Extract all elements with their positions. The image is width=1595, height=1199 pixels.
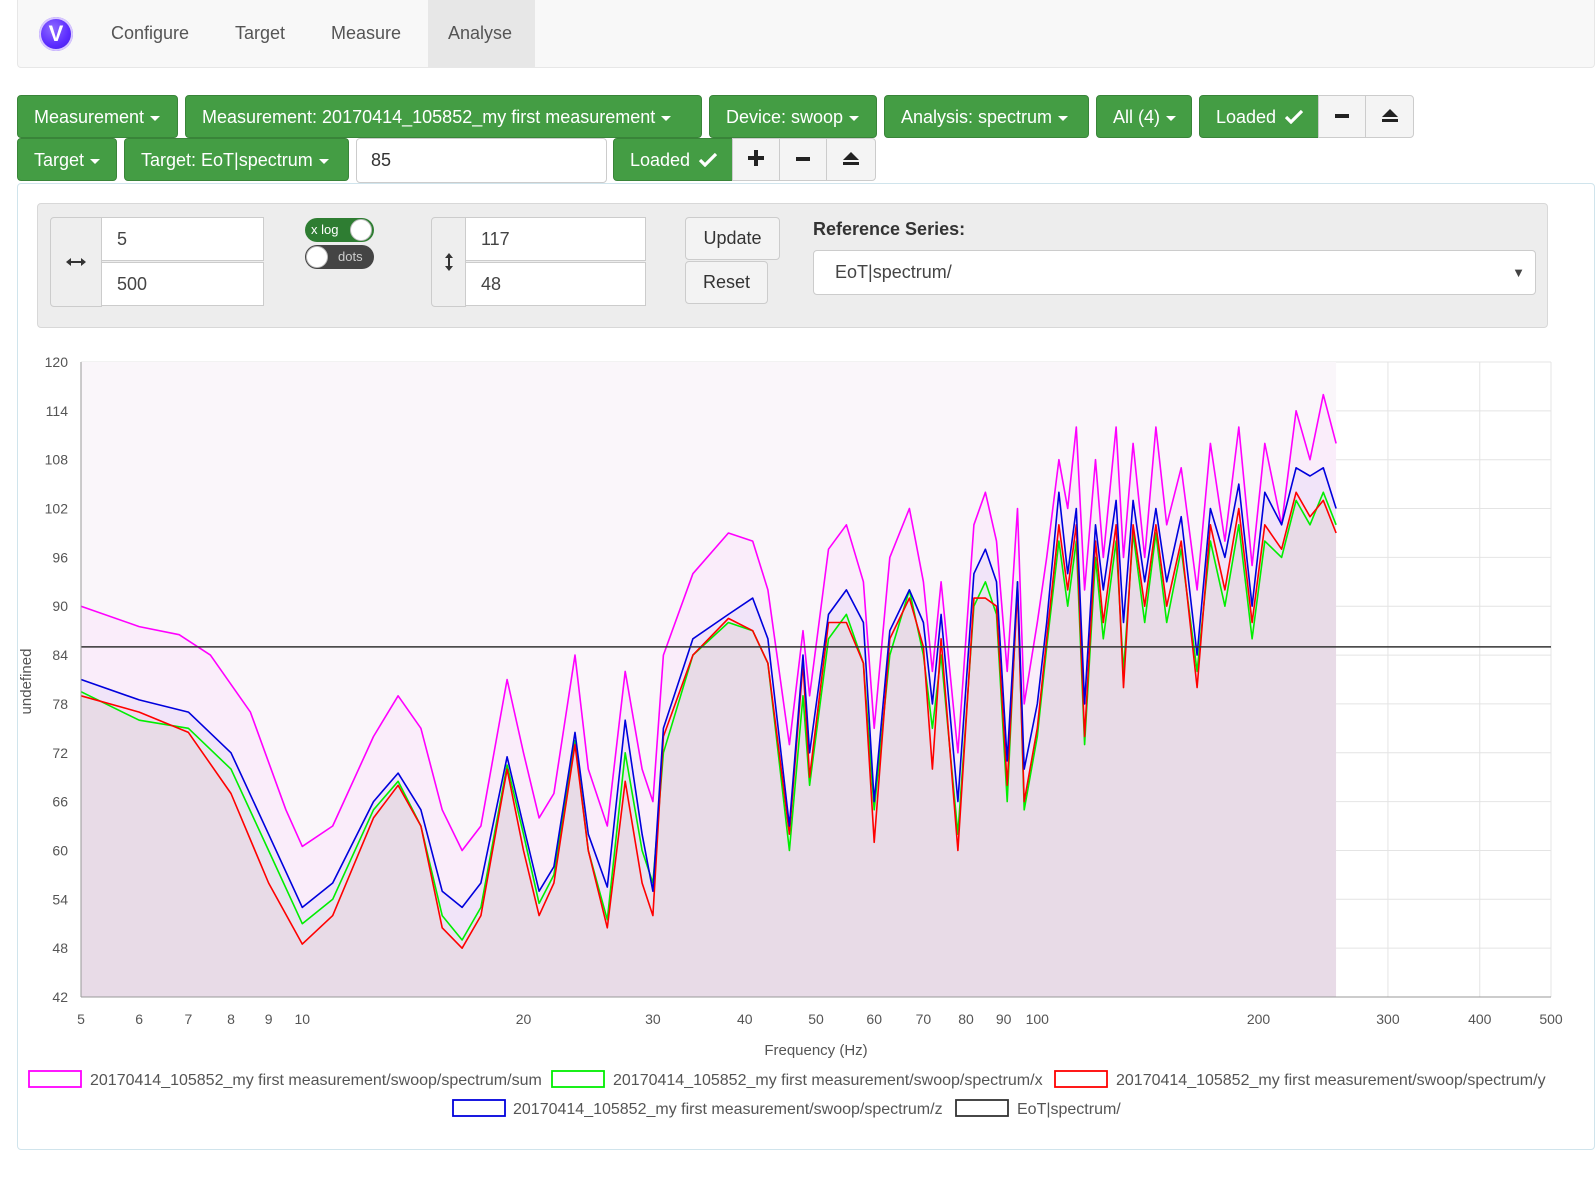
device-label: Device: swoop [726, 107, 844, 127]
top-navbar: V Configure Target Measure Analyse [17, 0, 1595, 68]
check-icon [1284, 109, 1304, 125]
x-range-addon [50, 217, 102, 307]
target-name-label: Target: EoT|spectrum [141, 150, 313, 170]
caret-down-icon [1058, 115, 1069, 121]
eject-icon [1381, 109, 1398, 122]
select-arrow-icon: ▼ [1512, 265, 1525, 280]
target-loaded-button[interactable]: Loaded [613, 138, 733, 181]
update-button[interactable]: Update [685, 217, 780, 260]
caret-down-icon [661, 115, 672, 121]
analysis-panel [17, 183, 1595, 1150]
app-logo[interactable]: V [39, 17, 73, 51]
analysis-dropdown-button[interactable]: Analysis: spectrum [884, 95, 1089, 138]
remove-measurement-button[interactable] [1318, 95, 1366, 138]
caret-down-icon [1166, 115, 1177, 121]
logo-letter: V [48, 21, 64, 46]
measurement-loaded-button[interactable]: Loaded [1199, 95, 1319, 138]
target-name-dropdown-button[interactable]: Target: EoT|spectrum [124, 138, 349, 181]
caret-down-icon [849, 115, 860, 121]
tab-target[interactable]: Target [215, 0, 305, 67]
measurement-name-dropdown-button[interactable]: Measurement: 20170414_105852_my first me… [185, 95, 702, 138]
plus-icon [748, 150, 764, 166]
eject-target-button[interactable] [826, 138, 876, 181]
reference-series-label: Reference Series: [813, 219, 966, 239]
minus-icon [1335, 114, 1349, 118]
target-dropdown-label: Target [34, 150, 85, 170]
measurement-dropdown-label: Measurement [34, 107, 145, 127]
series-filter-dropdown-button[interactable]: All (4) [1096, 95, 1192, 138]
dots-label: dots [338, 249, 363, 264]
caret-down-icon [150, 115, 161, 121]
horizontal-resize-icon [66, 258, 86, 266]
loaded-label: Loaded [630, 150, 691, 170]
x-max-input[interactable]: 500 [101, 262, 264, 306]
eject-icon [843, 152, 859, 165]
y-range-addon [431, 217, 466, 307]
loaded-label: Loaded [1216, 107, 1277, 127]
toggle-knob [306, 246, 328, 268]
vertical-resize-icon [444, 253, 453, 271]
minus-icon [796, 157, 810, 161]
add-target-button[interactable] [732, 138, 780, 181]
check-icon [698, 152, 718, 168]
caret-down-icon [90, 158, 101, 164]
x-log-toggle[interactable]: x log [305, 218, 374, 242]
measurement-name-label: Measurement: 20170414_105852_my first me… [202, 107, 656, 127]
reset-button[interactable]: Reset [685, 261, 768, 304]
reference-series-value: EoT|spectrum/ [835, 262, 952, 282]
x-log-label: x log [311, 222, 339, 237]
series-filter-label: All (4) [1113, 107, 1161, 127]
device-dropdown-button[interactable]: Device: swoop [709, 95, 877, 138]
eject-measurement-button[interactable] [1365, 95, 1414, 138]
tab-configure[interactable]: Configure [91, 0, 209, 67]
remove-target-button[interactable] [779, 138, 827, 181]
target-level-input[interactable]: 85 [356, 138, 607, 183]
toggle-knob [350, 219, 372, 241]
tab-measure[interactable]: Measure [311, 0, 421, 67]
caret-down-icon [318, 158, 329, 164]
y-max-input[interactable]: 117 [465, 217, 646, 261]
measurement-dropdown-button[interactable]: Measurement [17, 95, 178, 138]
analysis-label: Analysis: spectrum [901, 107, 1053, 127]
target-dropdown-button[interactable]: Target [17, 138, 117, 181]
dots-toggle[interactable]: dots [305, 245, 374, 269]
reference-series-select[interactable]: EoT|spectrum/ ▼ [813, 250, 1536, 295]
x-min-input[interactable]: 5 [101, 217, 264, 261]
y-min-input[interactable]: 48 [465, 262, 646, 306]
tab-analyse[interactable]: Analyse [428, 0, 535, 67]
